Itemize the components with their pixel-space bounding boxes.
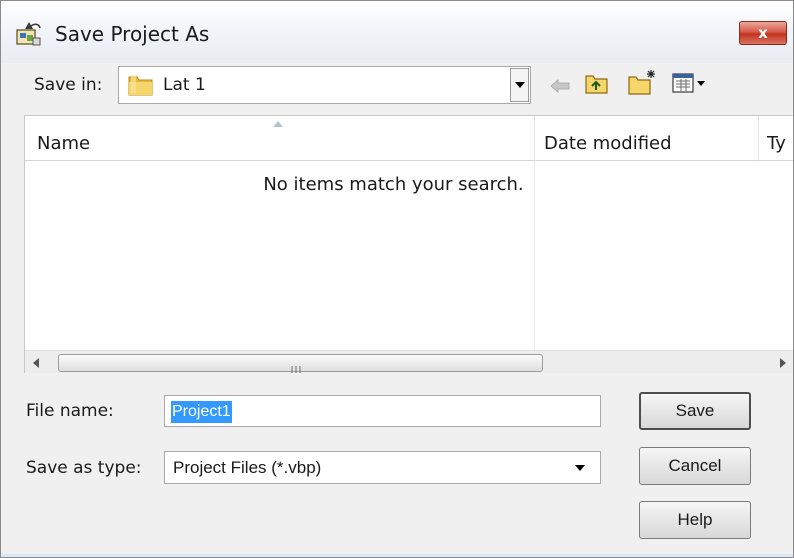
scroll-right-icon[interactable] — [780, 358, 786, 368]
save-button[interactable]: Save — [639, 392, 751, 430]
empty-list-message: No items match your search. — [263, 174, 524, 195]
new-folder-icon[interactable] — [628, 69, 658, 99]
window-bottom-border — [1, 554, 793, 557]
save-as-type-dropdown[interactable]: Project Files (*.vbp) — [164, 451, 601, 484]
column-header-type[interactable]: Ty — [767, 133, 786, 155]
close-button[interactable]: x — [739, 21, 787, 45]
close-icon: x — [758, 24, 768, 42]
file-name-value: Project1 — [171, 401, 232, 423]
up-folder-icon[interactable] — [585, 73, 609, 99]
sort-ascending-icon — [273, 121, 283, 127]
vb-project-icon — [15, 20, 43, 48]
horizontal-scrollbar[interactable] — [25, 350, 793, 373]
save-in-label: Save in: — [34, 75, 103, 95]
folder-icon — [127, 73, 155, 97]
scrollbar-thumb[interactable] — [58, 354, 543, 373]
dialog-title: Save Project As — [55, 22, 210, 46]
scroll-left-icon[interactable] — [33, 358, 39, 368]
column-header-name[interactable]: Name — [37, 133, 90, 155]
save-in-dropdown-arrow[interactable] — [510, 68, 529, 102]
save-project-as-dialog: Save Project As x Save in: Lat 1 Name Da… — [0, 0, 794, 558]
column-header-date-modified[interactable]: Date modified — [544, 133, 672, 155]
title-bar: Save Project As x — [1, 1, 793, 63]
help-button[interactable]: Help — [639, 501, 751, 539]
save-in-value: Lat 1 — [163, 75, 206, 95]
chevron-down-icon — [515, 82, 525, 88]
view-menu-icon[interactable] — [672, 73, 706, 97]
chevron-down-icon — [575, 465, 585, 471]
save-as-type-dropdown-arrow[interactable] — [571, 458, 590, 478]
list-header: Name Date modified Ty — [25, 116, 793, 161]
column-separator[interactable] — [534, 116, 535, 161]
cancel-button[interactable]: Cancel — [639, 447, 751, 485]
file-name-input[interactable]: Project1 — [164, 395, 601, 427]
save-as-type-label: Save as type: — [26, 458, 142, 478]
save-in-dropdown[interactable]: Lat 1 — [118, 66, 531, 104]
column-separator[interactable] — [758, 116, 759, 161]
save-as-type-value: Project Files (*.vbp) — [173, 458, 322, 477]
file-name-label: File name: — [26, 401, 114, 421]
file-list[interactable]: Name Date modified Ty No items match you… — [24, 115, 793, 373]
back-arrow-icon[interactable] — [550, 78, 570, 97]
thumb-grip — [290, 359, 302, 373]
